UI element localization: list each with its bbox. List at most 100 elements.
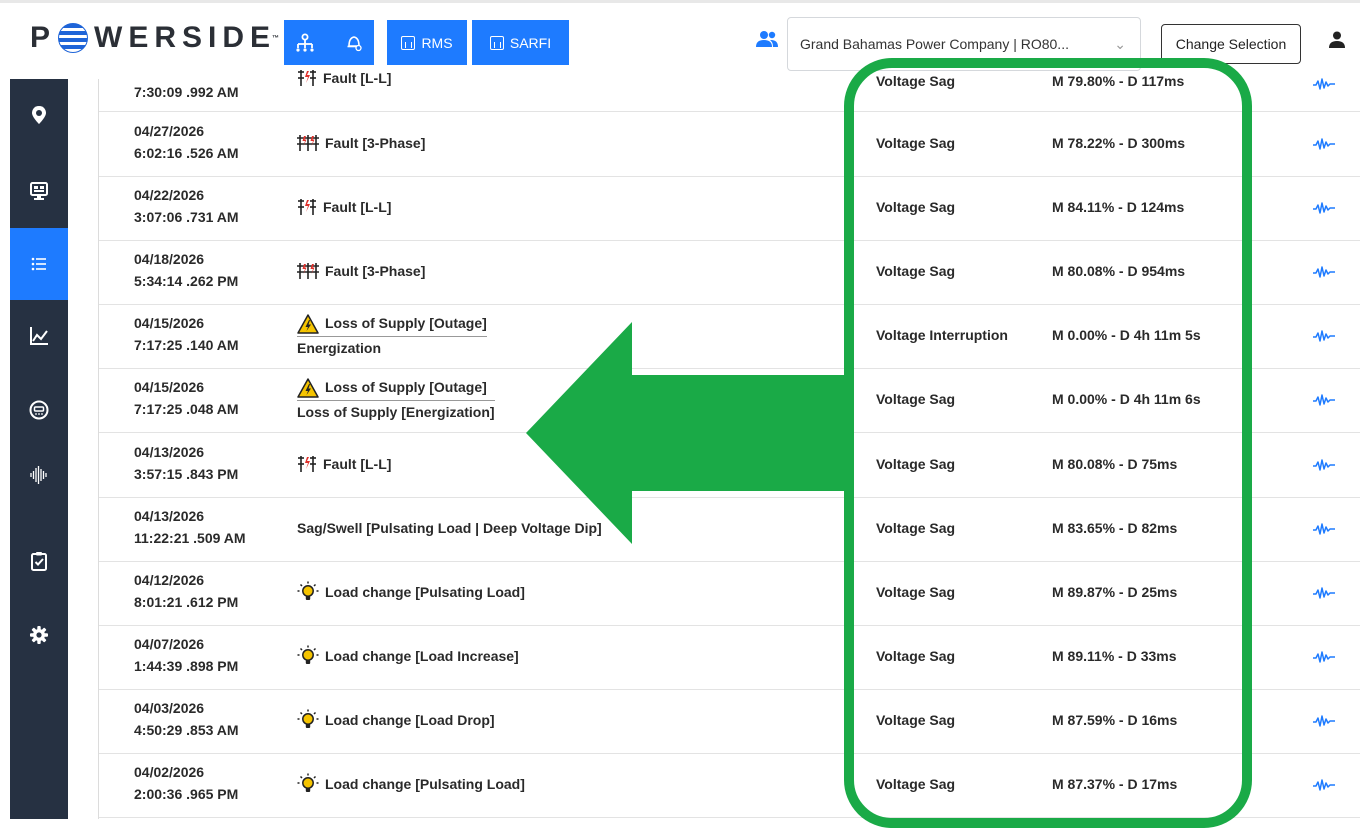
sidebar-item-waveform[interactable]	[10, 439, 68, 511]
event-date: 04/13/2026	[134, 508, 205, 524]
powerside-logo[interactable]: P WERSIDE ™	[30, 21, 279, 55]
waveform-link-icon[interactable]	[1313, 778, 1335, 792]
event-datetime: 04/27/2026 6:02:16 .526 AM	[134, 120, 239, 164]
waveform-link-icon[interactable]	[1313, 586, 1335, 600]
event-line-2: Loss of Supply [Energization]	[297, 404, 495, 421]
waveform-link-icon[interactable]	[1313, 137, 1335, 151]
event-date: 04/22/2026	[134, 187, 205, 203]
bell-settings-icon[interactable]	[345, 34, 363, 52]
event-datetime: 04/03/2026 4:50:29 .853 AM	[134, 697, 239, 741]
waveform-link-icon[interactable]	[1313, 265, 1335, 279]
event-time: 3:07:06 .731 AM	[134, 209, 239, 225]
event-description: Load change [Load Drop]	[297, 709, 495, 731]
event-description: Fault [L-L]	[297, 67, 391, 89]
waveform-link-icon[interactable]	[1313, 77, 1335, 91]
event-time: 1:44:39 .898 PM	[134, 658, 239, 674]
sidebar-item-trends[interactable]	[10, 300, 68, 372]
event-date: 04/13/2026	[134, 443, 205, 460]
fault-3phase-icon	[297, 133, 319, 153]
bar-chart-icon	[489, 35, 504, 50]
event-date: 04/27/2026	[134, 123, 205, 139]
fault-icon	[297, 197, 317, 217]
sidebar-item-settings[interactable]	[10, 599, 68, 671]
lightbulb-icon	[297, 645, 319, 667]
user-icon[interactable]	[1328, 31, 1346, 49]
network-bell-button-group[interactable]	[284, 20, 374, 65]
lightbulb-icon	[297, 773, 319, 795]
event-time: 5:34:14 .262 PM	[134, 273, 239, 289]
network-icon[interactable]	[295, 33, 315, 53]
event-label: Fault [L-L]	[323, 455, 392, 472]
event-description: Fault [L-L]	[297, 453, 391, 475]
event-time: 8:01:21 .612 PM	[134, 594, 239, 610]
event-label: Fault [L-L]	[323, 70, 392, 86]
list-icon	[31, 257, 46, 271]
event-date: 04/15/2026	[134, 315, 205, 331]
waveform-link-icon[interactable]	[1313, 714, 1335, 728]
event-datetime: 04/22/2026 3:07:06 .731 AM	[134, 184, 239, 228]
waveform-link-icon[interactable]	[1313, 393, 1335, 407]
event-date: 04/12/2026	[134, 572, 205, 588]
event-label: Fault [L-L]	[323, 199, 392, 215]
waveform-link-icon[interactable]	[1313, 329, 1335, 343]
event-datetime: 04/13/2026 3:57:15 .843 PM	[134, 441, 238, 485]
fault-icon	[297, 454, 317, 474]
sarfi-button[interactable]: SARFI	[472, 20, 569, 65]
event-line-1: Loss of Supply [Outage]	[297, 312, 487, 338]
event-datetime: 04/15/2026 7:17:25 .140 AM	[134, 312, 239, 356]
logo-letter-p: P	[30, 21, 57, 54]
sidebar	[10, 79, 68, 819]
event-time: 2:00:36 .965 PM	[134, 786, 239, 802]
event-time: 7:17:25 .140 AM	[134, 337, 239, 353]
logo-text: WERSIDE	[94, 21, 277, 54]
waveform-icon	[30, 466, 47, 484]
warning-icon	[297, 376, 319, 399]
event-datetime: 04/18/2026 5:34:14 .262 PM	[134, 248, 238, 292]
event-line-1: Loss of Supply [Outage]	[297, 376, 495, 402]
event-description: Load change [Pulsating Load]	[297, 773, 525, 795]
arrow-left-icon	[526, 322, 852, 544]
fault-icon	[297, 68, 317, 88]
event-time: 11:22:21 .509 AM	[134, 530, 246, 546]
sidebar-item-map[interactable]	[10, 79, 68, 151]
waveform-link-icon[interactable]	[1313, 522, 1335, 536]
sarfi-button-label: SARFI	[509, 34, 552, 51]
bar-chart-icon	[401, 35, 416, 50]
event-date: 04/07/2026	[134, 636, 205, 652]
clipboard-check-icon	[31, 552, 47, 571]
event-label: Load change [Pulsating Load]	[325, 776, 525, 792]
event-label: Load change [Load Increase]	[325, 648, 519, 664]
event-datetime: 04/13/2026 11:22:21 .509 AM	[134, 505, 246, 549]
event-label: Fault [3-Phase]	[325, 263, 426, 279]
event-datetime: 04/12/2026 8:01:21 .612 PM	[134, 569, 238, 613]
waveform-link-icon[interactable]	[1313, 650, 1335, 664]
sidebar-item-events-list[interactable]	[10, 228, 68, 300]
sidebar-item-reports[interactable]	[10, 525, 68, 597]
event-date: 04/02/2026	[134, 764, 205, 780]
event-description: Loss of Supply [Outage] Energization	[297, 312, 487, 359]
waveform-link-icon[interactable]	[1313, 458, 1335, 472]
chevron-down-icon: ⌄	[1114, 36, 1126, 52]
company-select-value: Grand Bahamas Power Company | RO80...	[800, 36, 1069, 52]
waveform-link-icon[interactable]	[1313, 201, 1335, 215]
event-date: 04/18/2026	[134, 251, 205, 267]
sidebar-item-meter[interactable]	[10, 374, 68, 446]
event-time: 7:17:25 .048 AM	[134, 401, 239, 417]
event-time: 4:50:29 .853 AM	[134, 722, 239, 738]
rms-button[interactable]: RMS	[387, 20, 467, 65]
globe-icon	[58, 23, 89, 53]
event-description: Fault [3-Phase]	[297, 132, 425, 154]
event-description: Fault [3-Phase]	[297, 260, 425, 282]
event-label: Load change [Load Drop]	[325, 712, 495, 728]
chart-line-icon	[30, 327, 48, 345]
event-label: Fault [3-Phase]	[325, 135, 426, 151]
event-description: Load change [Load Increase]	[297, 645, 519, 667]
monitor-icon	[30, 182, 48, 200]
event-label: Load change [Pulsating Load]	[325, 584, 525, 600]
sidebar-item-monitor[interactable]	[10, 155, 68, 227]
highlight-rectangle	[844, 58, 1252, 828]
event-description: Load change [Pulsating Load]	[297, 581, 525, 603]
fault-3phase-icon	[297, 261, 319, 281]
users-icon	[756, 31, 778, 47]
event-date: 04/03/2026	[134, 700, 205, 716]
